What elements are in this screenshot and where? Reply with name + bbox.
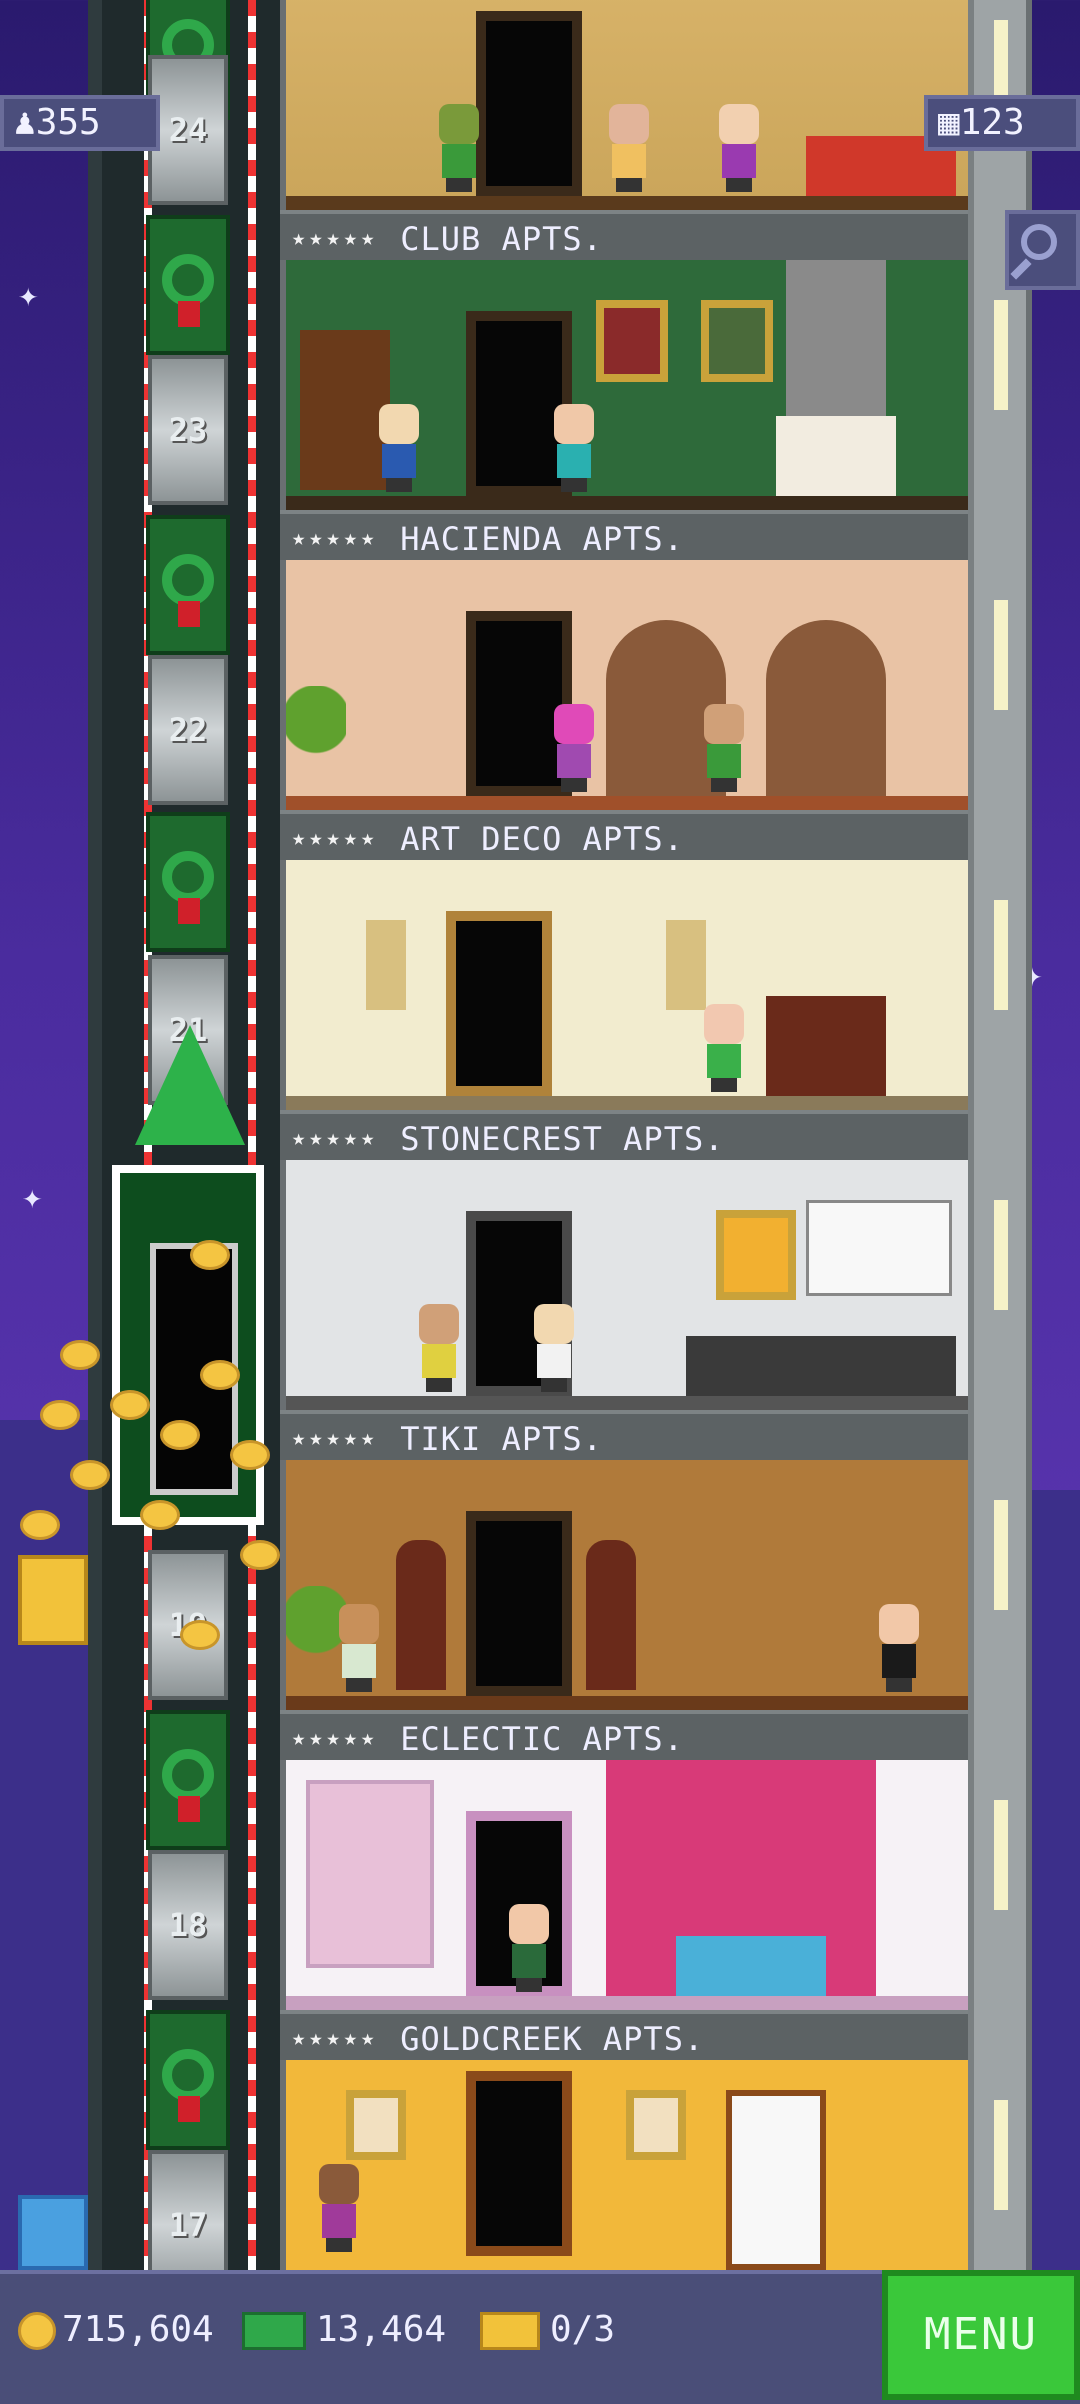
search-button[interactable]: [1005, 210, 1080, 290]
floor-goldcreek-apts[interactable]: ★★★★★ GOLDCREEK APTS.: [280, 1760, 968, 2060]
floor-star-rating: ★★★★★: [292, 1726, 379, 1751]
shaft-floor-number: 17: [168, 2206, 208, 2244]
shaft-floor-number: 22: [168, 711, 208, 749]
floor-star-rating: ★★★★★: [292, 526, 379, 551]
shaft-floor-number: 24: [168, 111, 208, 149]
bux-display[interactable]: 13,464: [242, 2302, 446, 2358]
coins-value: 715,604: [62, 2309, 214, 2350]
magnifier-icon: [1021, 224, 1057, 260]
wreath-decoration: [146, 515, 230, 655]
coins-display[interactable]: 715,604: [18, 2302, 214, 2358]
floor-name: HACIENDA APTS.: [400, 520, 684, 558]
floor-name: TIKI APTS.: [400, 1420, 603, 1458]
menu-button[interactable]: MENU: [882, 2270, 1080, 2400]
bux-value: 13,464: [316, 2309, 447, 2350]
tower-pillar: [968, 0, 1032, 2270]
floor-counter[interactable]: ▦123: [924, 95, 1080, 151]
person-icon: ♟: [14, 102, 36, 143]
elevator-car[interactable]: [112, 1165, 264, 1525]
population-counter[interactable]: ♟355: [0, 95, 160, 151]
floor-count-value: 123: [959, 102, 1025, 143]
floor-star-rating: ★★★★★: [292, 826, 379, 851]
floor-name: ECLECTIC APTS.: [400, 1720, 684, 1758]
floor-name: CLUB APTS.: [400, 220, 603, 258]
sparkle-icon: ✦: [22, 1177, 43, 1217]
wreath-decoration: [146, 812, 230, 952]
floor-star-rating: ★★★★★: [292, 1426, 379, 1451]
tickets-display[interactable]: 0/3: [480, 2302, 615, 2358]
news-icon[interactable]: [18, 2195, 88, 2270]
floor-name: GOLDCREEK APTS.: [400, 2020, 705, 2058]
shaft-floor-marker: 23: [148, 355, 228, 505]
floor-eclectic-apts[interactable]: ★★★★★ ECLECTIC APTS.: [280, 1460, 968, 1760]
wreath-decoration: [146, 1710, 230, 1850]
floor-star-rating: ★★★★★: [292, 2026, 379, 2051]
floor-hacienda-apts[interactable]: ★★★★★ HACIENDA APTS.: [280, 260, 968, 560]
floor-tiki-apts[interactable]: ★★★★★ TIKI APTS.: [280, 1160, 968, 1460]
tickets-value: 0/3: [550, 2309, 616, 2350]
population-value: 355: [35, 102, 101, 143]
floor-art-deco-apts[interactable]: ★★★★★ ART DECO APTS.: [280, 560, 968, 860]
wreath-decoration: [146, 2010, 230, 2150]
shaft-floor-marker: 22: [148, 655, 228, 805]
shaft-floor-number: 23: [168, 411, 208, 449]
floor-stonecrest-apts[interactable]: ★★★★★ STONECREST APTS.: [280, 860, 968, 1160]
building-icon: ▦: [938, 102, 960, 143]
floor-name: STONECREST APTS.: [400, 1120, 725, 1158]
shaft-floor-number: 18: [168, 1906, 208, 1944]
bux-icon: [242, 2312, 306, 2350]
floor-club-apts[interactable]: ★★★★★ CLUB APTS.: [280, 0, 968, 260]
wreath-decoration: [146, 215, 230, 355]
shaft-floor-marker: 18: [148, 1850, 228, 2000]
ticket-icon: [480, 2312, 540, 2350]
christmas-tree-decoration: [135, 1025, 245, 1145]
sparkle-icon: ✦: [18, 275, 39, 315]
background-building: [0, 1420, 90, 2270]
floor-star-rating: ★★★★★: [292, 1126, 379, 1151]
coin-icon: [18, 2312, 56, 2350]
shaft-floor-marker: 24: [148, 55, 228, 205]
floor-star-rating: ★★★★★: [292, 226, 379, 251]
floor-name: ART DECO APTS.: [400, 820, 684, 858]
food-icon[interactable]: [18, 1555, 88, 1645]
